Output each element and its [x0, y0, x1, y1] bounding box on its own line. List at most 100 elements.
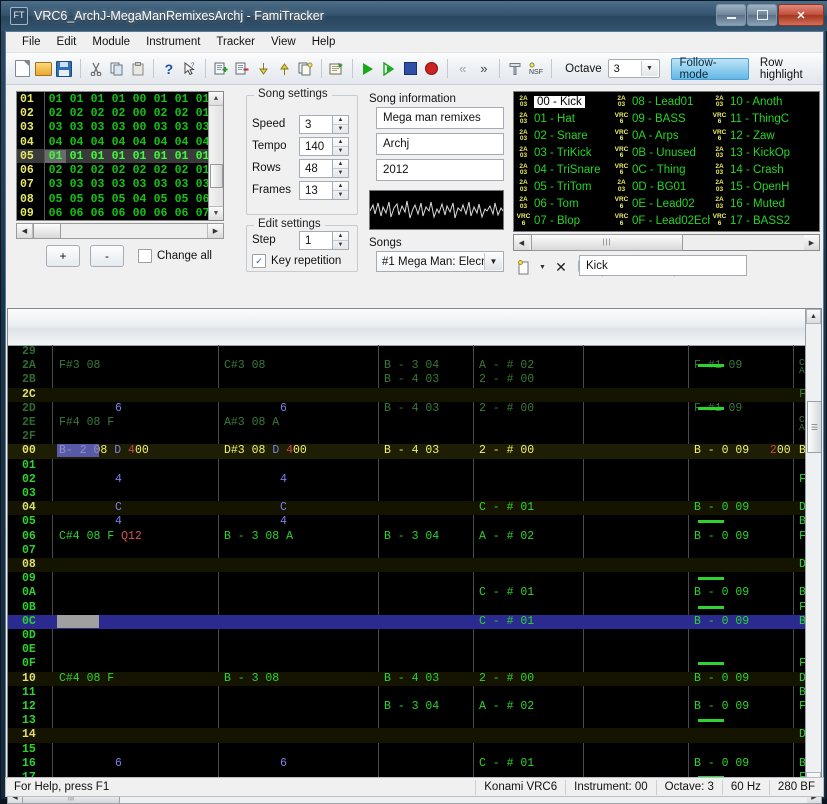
change-all-checkbox[interactable]: Change all — [138, 249, 212, 263]
frame-cell[interactable]: 00 — [129, 207, 150, 220]
new-instrument-dropdown-icon[interactable]: ▼ — [537, 256, 548, 278]
instrument-item[interactable]: 2A0308 - Lead01 — [614, 94, 710, 111]
menu-tracker[interactable]: Tracker — [208, 34, 263, 50]
open-folder-icon[interactable] — [33, 58, 53, 80]
frame-cell[interactable]: 04 — [66, 136, 87, 149]
instrument-item[interactable]: 2A0310 - Anoth — [712, 94, 808, 111]
tempo-input[interactable]: 140 — [299, 137, 333, 156]
pattern-cell[interactable]: C#4 08 F — [59, 672, 114, 685]
pattern-cell[interactable]: 4 — [280, 473, 287, 486]
pattern-cell[interactable]: 2 - # 00 — [479, 444, 534, 457]
instrument-item[interactable]: 2A0304 - TriSnare — [516, 162, 612, 179]
pattern-cell[interactable]: 2 - # 00 — [479, 672, 534, 685]
frame-cell[interactable]: 03 — [45, 178, 66, 191]
frame-row[interactable]: 060202020202020201 — [17, 163, 223, 177]
frame-cell[interactable]: 01 — [87, 93, 108, 106]
pattern-cell[interactable]: 6 — [115, 402, 122, 415]
pattern-row[interactable]: - - - - - - - -- - - - - - - -- - - - - … — [8, 530, 821, 544]
pattern-row[interactable]: - - - - - - - -- - - - - - - -- - - - - … — [8, 473, 821, 487]
pattern-cell[interactable]: C#3 08 — [224, 359, 265, 372]
frame-cell[interactable]: 01 — [171, 150, 192, 163]
instrument-item[interactable]: 2A0305 - TriTom — [516, 178, 612, 195]
pattern-row[interactable]: - - - - - - - -- - - - - - - -- - - - - … — [8, 700, 821, 714]
frame-row[interactable]: 020202020200020201 — [17, 106, 223, 120]
pattern-cell[interactable]: 6 — [280, 757, 287, 770]
frame-cell[interactable]: 02 — [45, 164, 66, 177]
instrument-item[interactable]: VRC611 - ThingC — [712, 111, 808, 128]
move-frame-up-icon[interactable] — [275, 58, 295, 80]
pattern-cell[interactable]: B - 3 08 A — [224, 530, 293, 543]
pattern-cell[interactable]: B - 0 09 — [694, 615, 749, 628]
pattern-editor[interactable]: - - - - - - - -- - - - - - - -- - - - - … — [7, 308, 822, 788]
frame-cell[interactable]: 06 — [150, 207, 171, 220]
pattern-cell[interactable]: C - # 01 — [479, 586, 534, 599]
chevron-down-icon[interactable]: ▼ — [641, 61, 658, 76]
pattern-row[interactable]: - - - - - - - -- - - - - - - -- - - - - … — [8, 686, 821, 700]
instrument-item[interactable]: 2A0303 - TriKick — [516, 145, 612, 162]
scroll-left-icon[interactable]: ◀ — [514, 235, 529, 250]
frame-cell[interactable]: 06 — [45, 207, 66, 220]
instrument-item[interactable]: 2A0313 - KickOp — [712, 145, 808, 162]
add-frame-button[interactable]: + — [46, 245, 80, 267]
pattern-cell[interactable]: 4 — [280, 515, 287, 528]
maximize-button[interactable] — [747, 4, 777, 26]
song-select[interactable]: #1 Mega Man: Elecma ▼ — [376, 251, 504, 272]
song-copyright-input[interactable]: 2012 — [376, 159, 504, 181]
instrument-item[interactable]: VRC60C - Thing — [614, 162, 710, 179]
frame-cell[interactable]: 01 — [150, 150, 171, 163]
remove-frame-button[interactable]: - — [90, 245, 124, 267]
instrument-editor-icon[interactable] — [505, 58, 525, 80]
pattern-cell[interactable]: B - 0 09 — [694, 501, 749, 514]
add-frame-icon[interactable] — [211, 58, 231, 80]
pattern-cell[interactable]: B - 3 08 — [224, 672, 279, 685]
frame-cell[interactable]: 04 — [87, 136, 108, 149]
instrument-item[interactable]: VRC607 - Blop — [516, 212, 612, 229]
record-icon[interactable] — [422, 58, 442, 80]
hscroll-thumb[interactable]: ||| — [531, 234, 683, 251]
frame-cell[interactable]: 01 — [129, 150, 150, 163]
frame-cell[interactable]: 01 — [171, 93, 192, 106]
frame-editor[interactable]: 0101010101000101010202020202000202010303… — [16, 91, 224, 221]
pattern-row[interactable]: - - - - - - - -- - - - - - - -- - - - - … — [8, 672, 821, 686]
frame-cell[interactable]: 05 — [108, 193, 129, 206]
frame-row[interactable]: 050101010101010101 — [17, 149, 223, 163]
pattern-cell[interactable]: C - # 01 — [479, 501, 534, 514]
frame-cell[interactable]: 04 — [45, 136, 66, 149]
step-input[interactable]: 1 — [299, 231, 333, 250]
pattern-row[interactable]: - - - - - - - -- - - - - - - -- - - - - … — [8, 416, 821, 430]
pattern-row[interactable]: - - - - - - - -- - - - - - - -- - - - - … — [8, 586, 821, 600]
step-spinner[interactable]: ▲▼ — [333, 231, 349, 250]
scroll-right-icon[interactable]: ▶ — [207, 224, 223, 238]
instrument-item[interactable]: 2A030D - BG01 — [614, 178, 710, 195]
frame-cell[interactable]: 04 — [129, 193, 150, 206]
instrument-item[interactable]: VRC60E - Lead02 — [614, 195, 710, 212]
frame-cell[interactable]: 00 — [129, 107, 150, 120]
song-artist-input[interactable]: Archj — [376, 133, 504, 155]
frame-cell[interactable]: 03 — [45, 121, 66, 134]
pattern-row[interactable]: - - - - - - - -- - - - - - - -- - - - - … — [8, 643, 821, 657]
follow-mode-button[interactable]: Follow-mode — [671, 58, 749, 80]
instrument-item[interactable]: VRC612 - Zaw — [712, 128, 808, 145]
speed-input[interactable]: 3 — [299, 115, 333, 134]
play-from-start-icon[interactable] — [379, 58, 399, 80]
instrument-item[interactable]: 2A0302 - Snare — [516, 128, 612, 145]
frame-cell[interactable]: 02 — [87, 107, 108, 120]
pattern-row[interactable]: - - - - - - - -- - - - - - - -- - - - - … — [8, 388, 821, 402]
scroll-up-icon[interactable]: ▲ — [209, 92, 223, 106]
pattern-row[interactable]: - - - - - - - -- - - - - - - -- - - - - … — [8, 544, 821, 558]
save-disk-icon[interactable] — [54, 58, 74, 80]
pattern-cell[interactable]: B - 3 04 — [384, 359, 439, 372]
delete-instrument-icon[interactable]: ✕ — [550, 256, 572, 278]
instrument-item[interactable]: 2A0301 - Hat — [516, 111, 612, 128]
instrument-item[interactable]: 2A0316 - Muted — [712, 195, 808, 212]
pattern-cell[interactable]: 4 — [115, 515, 122, 528]
hscroll-thumb[interactable] — [33, 223, 61, 239]
frame-cell[interactable]: 04 — [129, 136, 150, 149]
remove-frame-icon[interactable] — [232, 58, 252, 80]
pattern-row[interactable]: - - - - - - - -- - - - - - - -- - - - - … — [8, 757, 821, 771]
pattern-cell[interactable]: B - 0 09 — [694, 757, 749, 770]
frame-cell[interactable]: 01 — [45, 150, 66, 163]
frame-cell[interactable]: 00 — [129, 121, 150, 134]
instrument-item[interactable]: 2A0314 - Crash — [712, 162, 808, 179]
frame-cell[interactable]: 01 — [45, 93, 66, 106]
